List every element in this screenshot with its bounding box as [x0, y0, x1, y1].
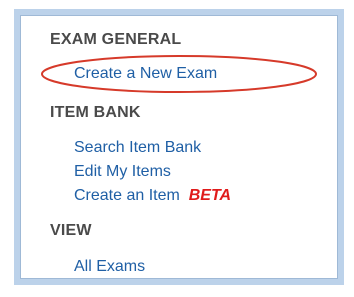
- create-item-row: Create an Item BETA: [74, 187, 231, 205]
- section-heading-item-bank: ITEM BANK: [50, 104, 141, 121]
- edit-my-items-link[interactable]: Edit My Items: [74, 163, 171, 181]
- beta-badge: BETA: [184, 187, 232, 204]
- section-heading-exam-general: EXAM GENERAL: [50, 31, 182, 48]
- create-item-link[interactable]: Create an Item: [74, 187, 180, 204]
- create-new-exam-link[interactable]: Create a New Exam: [74, 65, 217, 83]
- section-heading-view: VIEW: [50, 222, 92, 239]
- all-exams-link[interactable]: All Exams: [74, 258, 145, 276]
- search-item-bank-link[interactable]: Search Item Bank: [74, 139, 201, 157]
